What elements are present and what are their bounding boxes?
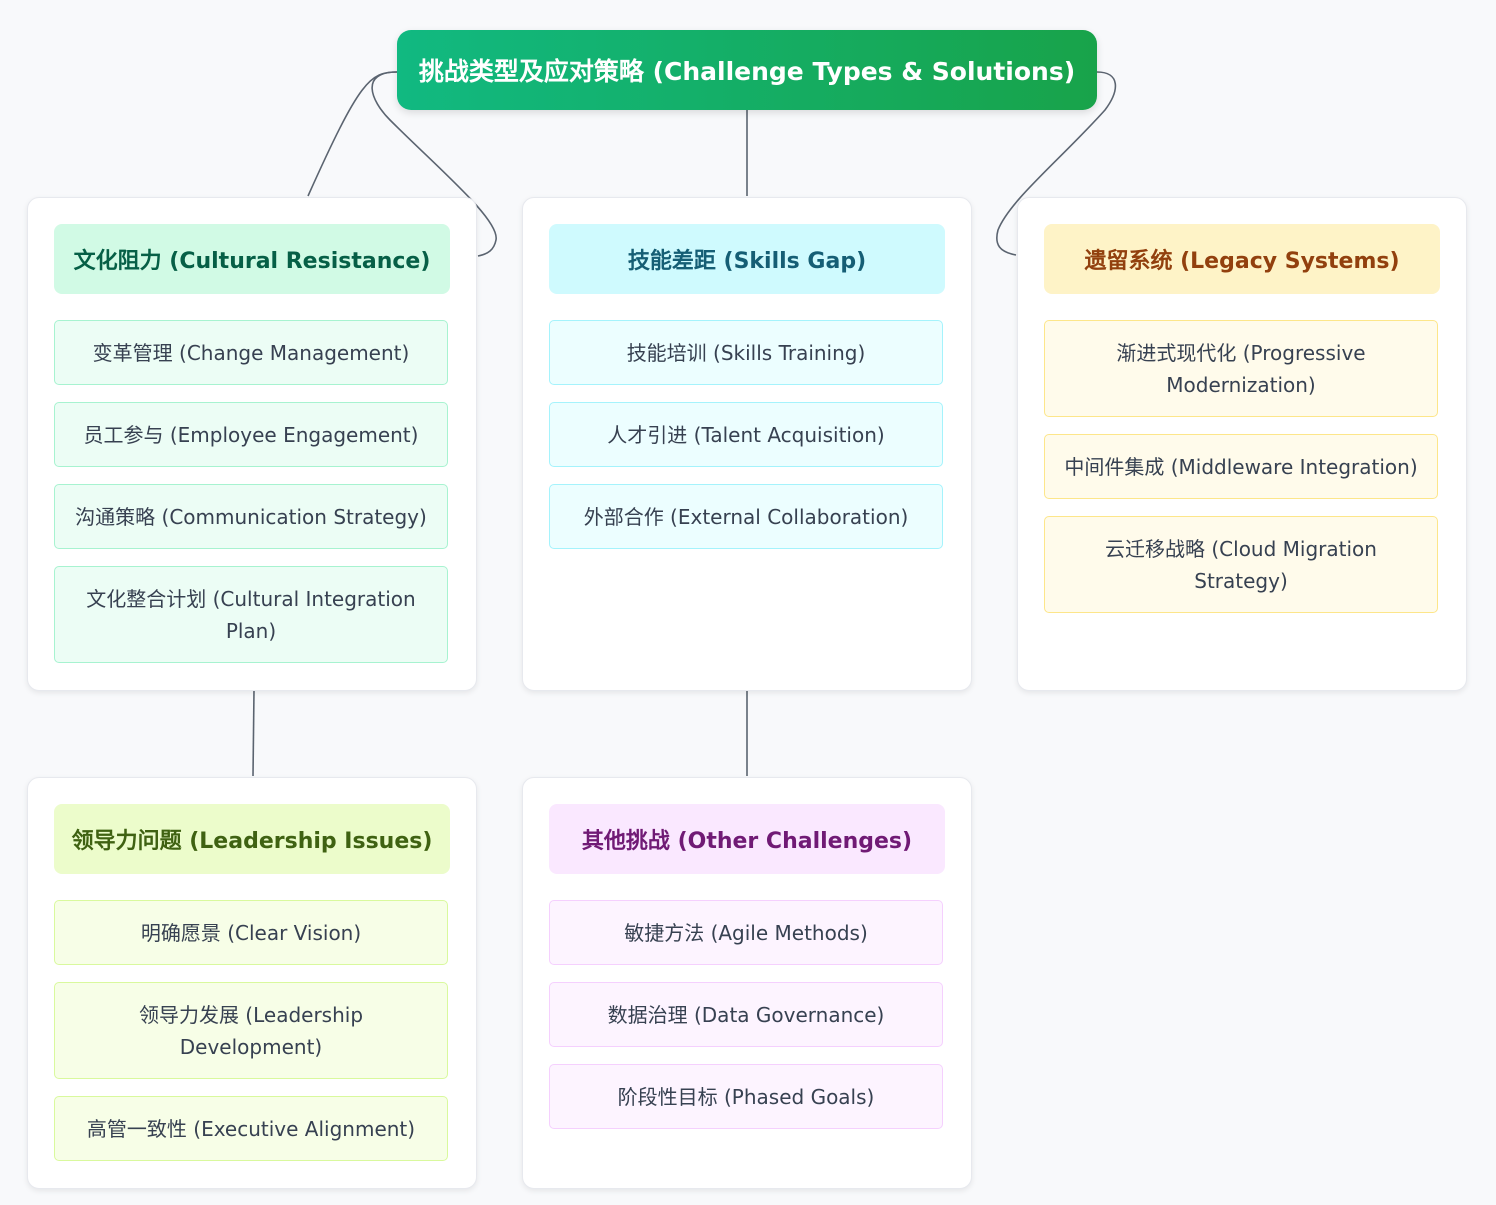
category-card-legacy-systems: 遗留系统 (Legacy Systems) 渐进式现代化 (Progressiv… — [1017, 197, 1467, 691]
solution-item: 文化整合计划 (Cultural Integration Plan) — [54, 566, 448, 663]
solution-item: 云迁移战略 (Cloud Migration Strategy) — [1044, 516, 1438, 613]
solution-item: 变革管理 (Change Management) — [54, 320, 448, 385]
category-header: 技能差距 (Skills Gap) — [549, 224, 945, 294]
solution-item: 技能培训 (Skills Training) — [549, 320, 943, 385]
solution-item: 渐进式现代化 (Progressive Modernization) — [1044, 320, 1438, 417]
root-node: 挑战类型及应对策略 (Challenge Types & Solutions) — [397, 30, 1097, 110]
root-label: 挑战类型及应对策略 (Challenge Types & Solutions) — [418, 57, 1076, 86]
solution-item: 阶段性目标 (Phased Goals) — [549, 1064, 943, 1129]
solution-item: 领导力发展 (Leadership Development) — [54, 982, 448, 1079]
category-card-other-challenges: 其他挑战 (Other Challenges) 敏捷方法 (Agile Meth… — [522, 777, 972, 1189]
category-card-leadership-issues: 领导力问题 (Leadership Issues) 明确愿景 (Clear Vi… — [27, 777, 477, 1189]
solution-item: 数据治理 (Data Governance) — [549, 982, 943, 1047]
connector-cultural-leadership — [252, 689, 255, 777]
solution-item: 敏捷方法 (Agile Methods) — [549, 900, 943, 965]
category-header: 文化阻力 (Cultural Resistance) — [54, 224, 450, 294]
category-card-skills-gap: 技能差距 (Skills Gap) 技能培训 (Skills Training)… — [522, 197, 972, 691]
solution-item: 员工参与 (Employee Engagement) — [54, 402, 448, 467]
solution-item: 高管一致性 (Executive Alignment) — [54, 1096, 448, 1161]
solution-item: 人才引进 (Talent Acquisition) — [549, 402, 943, 467]
category-card-cultural-resistance: 文化阻力 (Cultural Resistance) 变革管理 (Change … — [27, 197, 477, 691]
solution-item: 外部合作 (External Collaboration) — [549, 484, 943, 549]
category-header: 遗留系统 (Legacy Systems) — [1044, 224, 1440, 294]
category-header: 其他挑战 (Other Challenges) — [549, 804, 945, 874]
solution-item: 明确愿景 (Clear Vision) — [54, 900, 448, 965]
solution-item: 沟通策略 (Communication Strategy) — [54, 484, 448, 549]
category-header: 领导力问题 (Leadership Issues) — [54, 804, 450, 874]
connector-root-cultural — [307, 71, 398, 197]
solution-item: 中间件集成 (Middleware Integration) — [1044, 434, 1438, 499]
